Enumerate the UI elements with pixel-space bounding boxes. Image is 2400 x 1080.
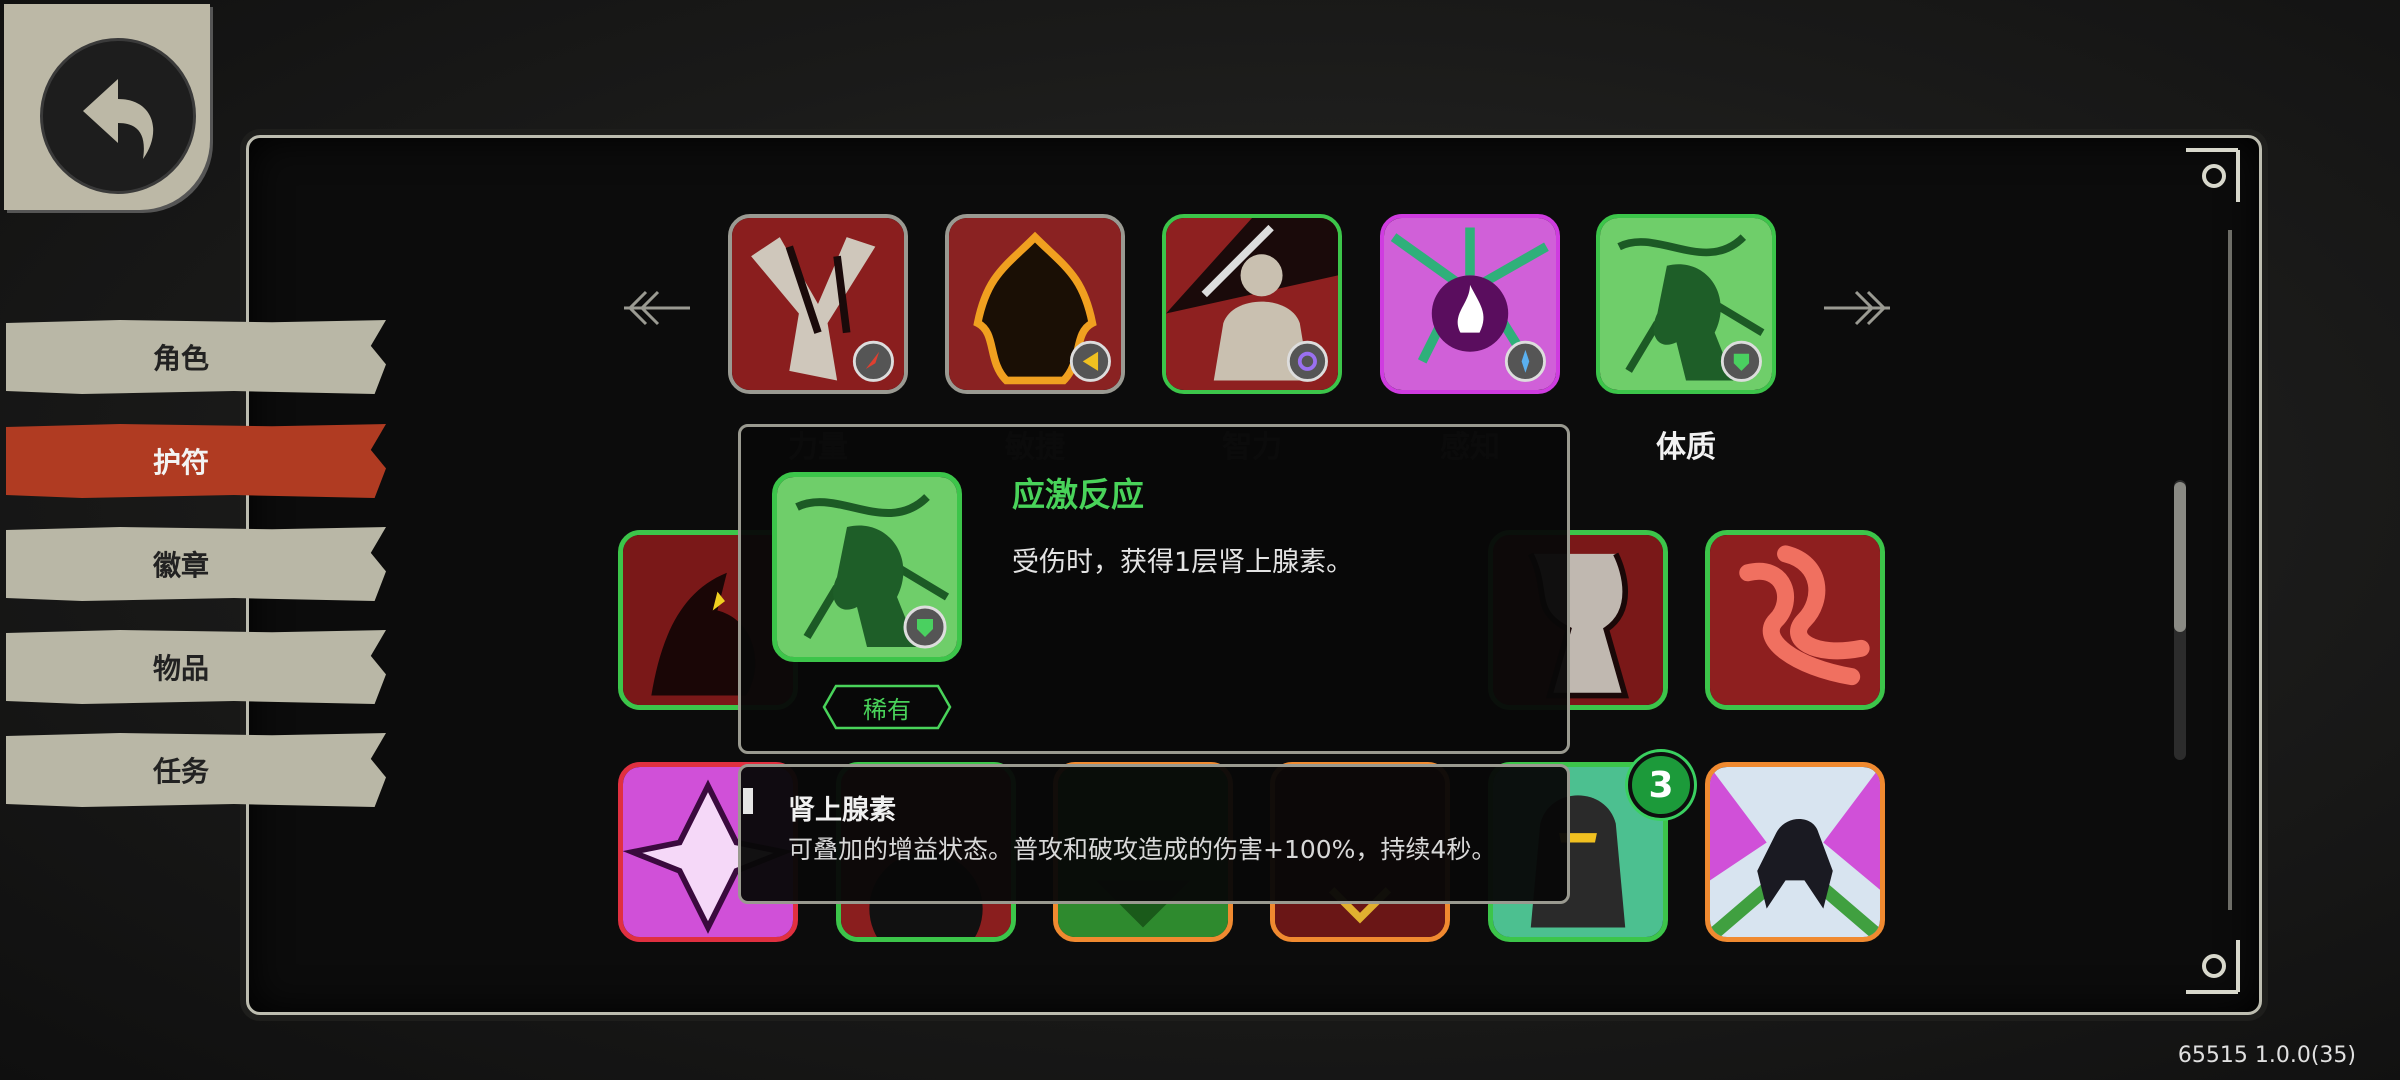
strength-charm-icon [732,218,904,390]
charm-name: 应激反应 [1012,475,1144,514]
nav-tab-charm[interactable]: 护符 [6,424,386,498]
back-arrow-icon [40,38,196,194]
category-strength[interactable] [728,214,908,394]
next-category-arrow-icon[interactable] [1822,288,1892,328]
nav-tab-quest[interactable]: 任务 [6,733,386,807]
stack-count-badge: 3 [1628,752,1694,818]
nav-tab-items[interactable]: 物品 [6,630,386,704]
serpent-charm-icon [1710,535,1880,705]
perception-charm-icon [1384,218,1556,390]
corner-ornament-icon [2186,940,2240,994]
crouching-figure-charm-icon [1710,767,1880,937]
corner-ornament-icon [2186,148,2240,202]
prev-category-arrow-icon[interactable] [622,288,692,328]
nav-tab-role[interactable]: 角色 [6,320,386,394]
version-label: 65515 1.0.0(35) [2177,1043,2356,1068]
detail-charm-image [772,472,962,662]
charm-description: 受伤时，获得1层肾上腺素。 [1012,547,1354,578]
rarity-tag: 稀有 [822,684,952,730]
back-button[interactable] [4,4,210,210]
category-label-constitution: 体质 [1656,430,1716,465]
intelligence-charm-icon [1166,218,1338,390]
rarity-label: 稀有 [863,695,911,724]
tooltip-description: 可叠加的增益状态。普攻和破攻造成的伤害+100%，持续4秒。 [788,835,1497,864]
category-constitution[interactable] [1596,214,1776,394]
panel-rail [2228,230,2232,910]
category-agility[interactable] [945,214,1125,394]
scrollbar-thumb[interactable] [2174,482,2186,632]
tooltip-title: 肾上腺素 [788,795,896,826]
charm-slot[interactable] [1705,762,1885,942]
category-intelligence[interactable] [1162,214,1342,394]
category-perception[interactable] [1380,214,1560,394]
nav-tab-badge[interactable]: 徽章 [6,527,386,601]
tooltip-marker [743,788,753,814]
charm-slot[interactable] [1705,530,1885,710]
agility-charm-icon [949,218,1121,390]
constitution-charm-icon [1600,218,1772,390]
constitution-charm-icon [777,477,957,657]
